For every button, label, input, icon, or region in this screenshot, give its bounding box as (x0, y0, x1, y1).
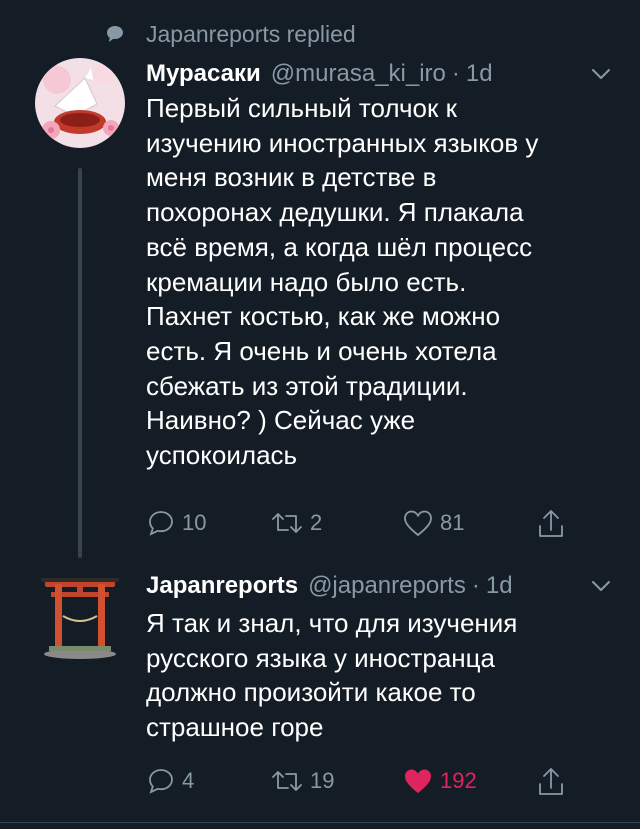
tweet-header: Japanreports @japanreports · 1d (146, 568, 640, 604)
speech-bubble-icon (107, 26, 123, 42)
tweet-text: Первый сильный толчок к изучению иностра… (146, 91, 616, 473)
tweet-text: Я так и знал, что для изучения русского … (146, 606, 616, 745)
retweet-button[interactable]: 19 (270, 766, 334, 796)
heart-icon (405, 769, 431, 793)
avatar-image (41, 578, 119, 659)
chevron-down-icon[interactable] (590, 64, 612, 84)
reply-icon (149, 511, 173, 536)
tweet-text-line: есть. Я очень и очень хотела (146, 335, 497, 366)
share-icon (539, 510, 563, 537)
author-handle[interactable]: @murasa_ki_iro (271, 60, 446, 88)
retweet-icon (272, 771, 302, 791)
retweet-count: 2 (310, 510, 323, 535)
tweet-text-line: должно произойти какое то (146, 677, 476, 708)
tweet-text-line: страшное горе (146, 712, 324, 743)
author-name[interactable]: Мурасаки (146, 60, 261, 88)
tweet-header: Мурасаки @murasa_ki_iro · 1d (146, 56, 640, 92)
author-name[interactable]: Japanreports (146, 572, 298, 600)
reply-context[interactable]: Japanreports replied (106, 20, 356, 48)
tweet-text-line: кремации надо было есть. (146, 266, 467, 297)
share-icon (539, 768, 563, 795)
tweet-text-line: Я так и знал, что для изучения (146, 608, 518, 638)
thread-line (78, 168, 82, 558)
reply-count: 10 (182, 510, 207, 535)
share-button[interactable] (536, 508, 566, 540)
tweet-text-line: Пахнет костью, как же можно (146, 301, 501, 332)
chevron-down-icon[interactable] (590, 576, 612, 596)
share-button[interactable] (536, 766, 566, 798)
like-button[interactable]: 192 (402, 766, 477, 796)
reply-button[interactable]: 4 (146, 766, 194, 796)
heart-icon (404, 510, 432, 537)
timestamp[interactable]: 1d (486, 572, 513, 600)
tweet-text-line: Наивно? ) Сейчас уже (146, 405, 416, 436)
tweet-text-line: успокоилась (146, 440, 298, 471)
retweet-count: 19 (310, 768, 335, 793)
avatar-image (35, 58, 125, 148)
reply-context-label: Japanreports replied (146, 20, 356, 47)
tweet-text-line: Первый сильный толчок к (146, 93, 457, 123)
reply-button[interactable]: 10 (146, 508, 206, 538)
tweet-text-line: изучению иностранных языков у (146, 127, 539, 158)
tweet-actions: 4 19 192 (146, 766, 640, 802)
tweet-text-line: меня возник в детстве в (146, 162, 437, 193)
tweet-text-line: всё время, а когда шёл процесс (146, 231, 533, 262)
reply-count: 4 (182, 768, 195, 793)
author-handle[interactable]: @japanreports (308, 572, 466, 600)
tweet-text-line: русского языка у иностранца (146, 642, 496, 673)
avatar[interactable] (35, 570, 125, 660)
tweet-text-line: сбежать из этой традиции. (146, 370, 468, 401)
like-count: 192 (440, 768, 477, 793)
like-count: 81 (440, 510, 465, 535)
retweet-button[interactable]: 2 (270, 508, 322, 538)
bottom-divider (0, 822, 640, 823)
retweet-icon (272, 513, 302, 533)
like-button[interactable]: 81 (402, 508, 464, 538)
separator-dot: · (471, 572, 480, 599)
tweet-actions: 10 2 81 (146, 508, 640, 544)
reply-icon (149, 769, 173, 794)
tweet-text-line: похоронах дедушки. Я плакала (146, 197, 524, 228)
separator-dot: · (451, 60, 460, 87)
timestamp[interactable]: 1d (466, 60, 493, 88)
avatar[interactable] (35, 58, 125, 148)
